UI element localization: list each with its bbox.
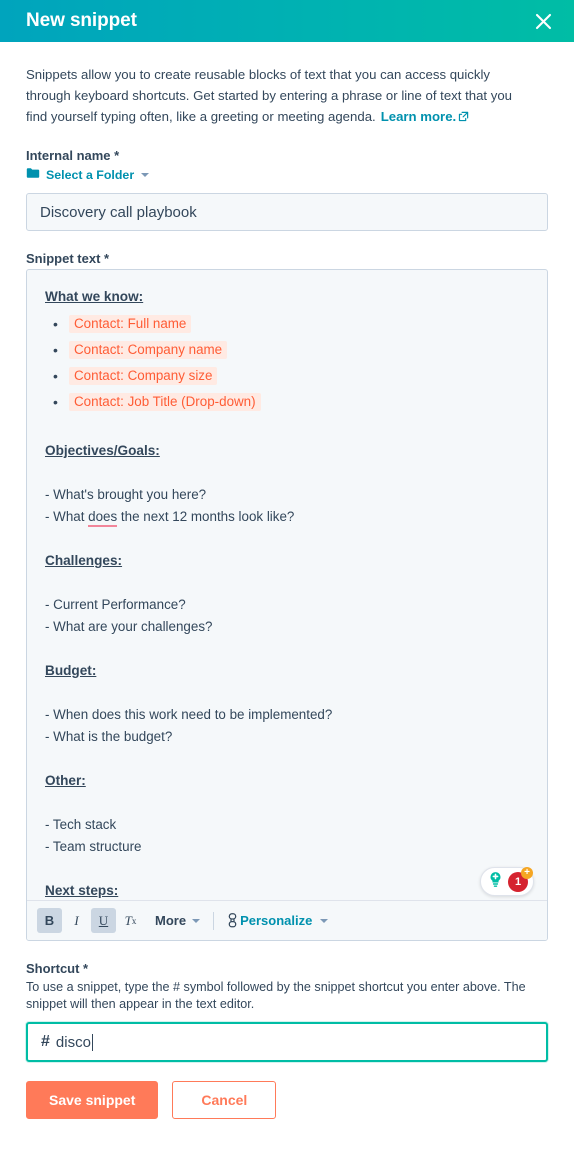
- folder-icon: [26, 166, 40, 184]
- chevron-down-icon: [141, 173, 150, 177]
- close-button[interactable]: [530, 8, 556, 34]
- personalize-label: Personalize: [240, 913, 313, 928]
- editor-toolbar: B I U Tx More Personalize: [27, 900, 547, 940]
- shortcut-helper-text: To use a snippet, type the # symbol foll…: [26, 980, 526, 1011]
- lightbulb-icon: [486, 870, 505, 894]
- page-title: New snippet: [26, 10, 137, 31]
- italic-button[interactable]: I: [64, 908, 89, 933]
- editor-heading: Challenges:: [45, 553, 123, 568]
- learn-more-label: Learn more.: [380, 109, 457, 124]
- list-item: Contact: Company size: [53, 366, 529, 386]
- modal-body: Snippets allow you to create reusable bl…: [0, 42, 574, 1062]
- editor-heading: Next steps:: [45, 883, 119, 898]
- bold-button[interactable]: B: [37, 908, 62, 933]
- suggestion-count: 1: [514, 875, 522, 888]
- chevron-down-icon: [192, 918, 201, 923]
- intro-text: Snippets allow you to create reusable bl…: [26, 64, 536, 128]
- cancel-button[interactable]: Cancel: [172, 1081, 277, 1119]
- snippet-text-label: Snippet text *: [26, 251, 110, 266]
- editor-heading: Other:: [45, 773, 86, 788]
- rich-text-editor[interactable]: What we know: Contact: Full name Contact…: [26, 269, 548, 941]
- personalization-token-list: Contact: Full name Contact: Company name…: [45, 314, 529, 412]
- grammar-suggestion-pill[interactable]: 1 +: [480, 866, 534, 896]
- personalization-token[interactable]: Contact: Company name: [69, 341, 228, 359]
- internal-name-label: Internal name *: [26, 148, 120, 163]
- editor-content-area[interactable]: What we know: Contact: Full name Contact…: [27, 270, 547, 940]
- modal-header: New snippet: [0, 0, 574, 42]
- internal-name-input[interactable]: [26, 193, 548, 231]
- shortcut-input[interactable]: # disco: [26, 1022, 548, 1062]
- editor-line: - When does this work need to be impleme…: [45, 707, 333, 722]
- list-item: Contact: Company name: [53, 340, 529, 360]
- editor-heading: Objectives/Goals:: [45, 443, 160, 458]
- editor-line: - Team structure: [45, 839, 142, 854]
- select-folder-dropdown[interactable]: Select a Folder: [26, 166, 150, 184]
- shortcut-value: disco: [55, 1033, 91, 1051]
- line-pre: - What: [45, 509, 89, 524]
- shortcut-label: Shortcut *: [26, 961, 89, 976]
- editor-heading: What we know:: [45, 289, 144, 304]
- personalization-token[interactable]: Contact: Full name: [69, 315, 192, 333]
- personalization-token[interactable]: Contact: Job Title (Drop-down): [69, 393, 261, 411]
- editor-line: - Current Performance?: [45, 597, 186, 612]
- more-dropdown[interactable]: More: [155, 913, 201, 928]
- personalize-dropdown[interactable]: Personalize: [240, 913, 329, 928]
- clear-format-t: T: [124, 912, 132, 928]
- save-snippet-button[interactable]: Save snippet: [26, 1081, 159, 1119]
- plus-icon: +: [521, 866, 533, 879]
- list-item: Contact: Full name: [53, 314, 529, 334]
- link-icon[interactable]: [227, 913, 238, 928]
- shortcut-section: Shortcut * To use a snippet, type the # …: [26, 961, 548, 1062]
- personalization-token[interactable]: Contact: Company size: [69, 367, 218, 385]
- editor-line: - What's brought you here?: [45, 487, 207, 502]
- more-label: More: [155, 913, 187, 928]
- learn-more-link[interactable]: Learn more.: [381, 109, 470, 124]
- misspelled-word[interactable]: does: [88, 509, 118, 527]
- hash-symbol: #: [41, 1033, 50, 1050]
- clear-formatting-button[interactable]: Tx: [118, 908, 143, 933]
- toolbar-divider: [213, 911, 215, 930]
- editor-line: - What is the budget?: [45, 729, 173, 744]
- line-post: the next 12 months look like?: [117, 509, 295, 524]
- chevron-down-icon: [320, 918, 329, 923]
- close-icon: [535, 13, 552, 30]
- select-folder-label: Select a Folder: [46, 168, 135, 182]
- status-badge: 1 +: [508, 866, 533, 892]
- list-item: Contact: Job Title (Drop-down): [53, 392, 529, 412]
- clear-format-x: x: [131, 915, 137, 926]
- external-link-icon: [458, 107, 469, 128]
- editor-line: - Tech stack: [45, 817, 117, 832]
- editor-line-with-misspelling: - What does the next 12 months look like…: [45, 506, 529, 528]
- underline-button[interactable]: U: [91, 908, 116, 933]
- editor-heading: Budget:: [45, 663, 97, 678]
- modal-footer: Save snippet Cancel: [0, 1062, 574, 1119]
- editor-line: - What are your challenges?: [45, 619, 213, 634]
- text-cursor: [91, 1033, 93, 1051]
